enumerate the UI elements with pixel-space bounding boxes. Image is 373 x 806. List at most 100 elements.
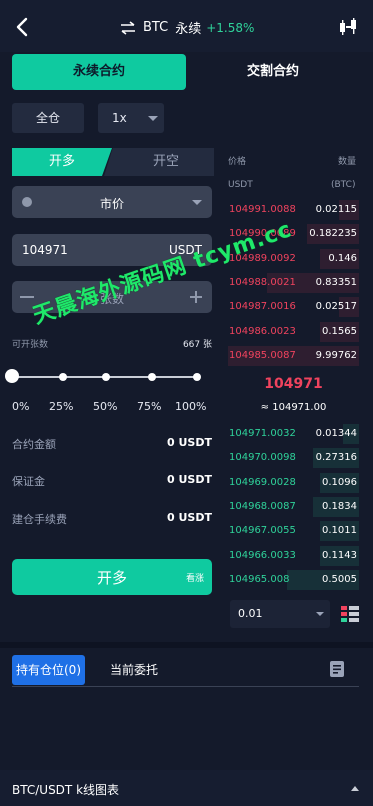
- tab-underline: [12, 686, 359, 687]
- precision-value: 0.01: [238, 607, 263, 620]
- order-type-select[interactable]: 市价: [12, 186, 212, 218]
- bid-row[interactable]: 104966.0033 0.1143: [228, 545, 359, 566]
- tab-open-short-label: 开空: [152, 154, 179, 169]
- chevron-down-icon: [148, 116, 158, 121]
- ask-quantity: 0.1565: [322, 325, 357, 337]
- bid-row[interactable]: 104967.0055 0.1011: [228, 521, 359, 542]
- quantity-placeholder: 张数: [99, 292, 124, 306]
- tab-delivery-contract[interactable]: 交割合约: [186, 54, 360, 90]
- kline-chart-label: BTC/USDT k线图表: [12, 783, 120, 797]
- bid-row[interactable]: 104970.0098 0.27316: [228, 448, 359, 469]
- orderbook-view-icon[interactable]: [341, 606, 359, 622]
- ask-price: 104991.0088: [229, 204, 296, 215]
- tab-positions[interactable]: 持有仓位(0): [12, 655, 85, 685]
- ask-row[interactable]: 104991.0088 0.02115: [228, 200, 359, 220]
- slider-tick-25[interactable]: [59, 373, 67, 381]
- ask-quantity: 0.146: [328, 252, 357, 264]
- contract-amount-label: 合约金额: [12, 438, 56, 451]
- available-label: 可开张数: [12, 340, 49, 350]
- price-unit: USDT: [169, 243, 202, 257]
- ask-quantity: 0.02517: [315, 301, 357, 313]
- plus-icon-vertical: [195, 291, 197, 303]
- slider-label-50[interactable]: 50%: [93, 400, 117, 413]
- contract-type-label: 永续: [175, 22, 202, 37]
- bid-price: 104965.008: [229, 573, 290, 585]
- ask-row[interactable]: 104988.0021 0.83351: [228, 272, 359, 293]
- top-bar: BTC 永续 +1.58%: [0, 0, 373, 52]
- slider-label-25[interactable]: 25%: [49, 400, 73, 413]
- orderbook-qty-header: 数量: [338, 157, 357, 167]
- bid-price: 104969.0028: [229, 476, 296, 488]
- tab-perpetual-contract[interactable]: 永续合约: [12, 54, 186, 90]
- chevron-down-icon: [316, 612, 324, 616]
- bid-quantity: 0.1011: [322, 525, 357, 537]
- ask-row[interactable]: 104987.0016 0.02517: [228, 297, 359, 318]
- ask-row[interactable]: 104990.0089 0.182235: [228, 224, 359, 245]
- leverage-value: 1x: [112, 111, 127, 125]
- leverage-select[interactable]: 1x: [98, 103, 164, 133]
- slider-label-100[interactable]: 100%: [175, 400, 206, 413]
- bid-quantity: 0.1834: [322, 500, 357, 512]
- chevron-up-icon[interactable]: [351, 786, 359, 791]
- open-fee-value: 0 USDT: [167, 511, 212, 524]
- ask-price: 104986.0023: [229, 325, 296, 337]
- bid-price: 104966.0033: [229, 549, 296, 561]
- bullish-label: 看涨: [185, 574, 204, 584]
- bid-quantity: 0.01344: [315, 428, 357, 439]
- order-type-label: 市价: [99, 197, 124, 211]
- contract-amount-value: 0 USDT: [167, 436, 212, 449]
- ask-price: 104987.0016: [229, 301, 296, 313]
- symbol-label: BTC: [143, 20, 169, 35]
- bid-row[interactable]: 104971.0032 0.01344: [228, 424, 359, 444]
- ask-row[interactable]: 104985.0087 9.99762: [228, 345, 359, 366]
- swap-icon: [121, 20, 135, 35]
- open-fee-label: 建仓手续费: [12, 513, 67, 526]
- price-change: +1.58%: [206, 20, 255, 35]
- bid-quantity: 0.27316: [315, 452, 357, 464]
- back-arrow-icon[interactable]: [14, 16, 32, 38]
- slider-handle[interactable]: [5, 369, 19, 383]
- tab-open-orders[interactable]: 当前委托: [110, 655, 158, 685]
- open-long-button-label: 开多: [96, 569, 127, 587]
- orderbook-qty-unit: (BTC): [331, 180, 356, 190]
- bid-quantity: 0.1096: [322, 476, 357, 488]
- bid-price: 104968.0087: [229, 500, 296, 512]
- bid-price: 104971.0032: [229, 428, 296, 439]
- ask-quantity: 9.99762: [315, 349, 357, 361]
- market-title[interactable]: BTC 永续 +1.58%: [120, 18, 254, 37]
- bid-price: 104967.0055: [229, 525, 296, 537]
- bid-row[interactable]: 104968.0087 0.1834: [228, 496, 359, 517]
- bid-row[interactable]: 104965.008 0.5005: [228, 569, 359, 590]
- tab-open-short[interactable]: 开空: [104, 148, 214, 176]
- candlestick-icon[interactable]: [339, 17, 359, 37]
- available-value: 667 张: [182, 340, 212, 350]
- tab-open-long[interactable]: 开多: [12, 148, 112, 176]
- ask-quantity: 0.182235: [309, 228, 357, 240]
- bid-quantity: 0.1143: [322, 549, 357, 561]
- slider-label-0[interactable]: 0%: [12, 400, 29, 413]
- margin-mode-button[interactable]: 全仓: [12, 103, 84, 133]
- ask-row[interactable]: 104989.0092 0.146: [228, 248, 359, 269]
- kline-chart-bar[interactable]: BTC/USDT k线图表: [0, 770, 373, 806]
- bid-price: 104970.0098: [229, 452, 296, 464]
- ask-quantity: 0.02115: [315, 204, 357, 215]
- slider-tick-75[interactable]: [148, 373, 156, 381]
- document-icon[interactable]: [330, 661, 344, 677]
- ask-price: 104989.0092: [229, 252, 296, 264]
- ask-row[interactable]: 104986.0023 0.1565: [228, 321, 359, 342]
- slider-tick-100[interactable]: [193, 373, 201, 381]
- precision-select[interactable]: 0.01: [230, 600, 330, 628]
- price-input[interactable]: 104971 USDT: [12, 234, 212, 266]
- margin-value: 0 USDT: [167, 473, 212, 486]
- ask-price: 104985.0087: [229, 349, 296, 361]
- open-long-button[interactable]: 开多 看涨: [12, 559, 212, 595]
- chevron-down-icon: [192, 200, 202, 205]
- bid-row[interactable]: 104969.0028 0.1096: [228, 472, 359, 493]
- slider-tick-50[interactable]: [102, 373, 110, 381]
- ask-price: 104990.0089: [229, 228, 296, 240]
- quantity-stepper[interactable]: 张数: [12, 281, 212, 313]
- last-price: 104971: [264, 376, 323, 392]
- margin-label: 保证金: [12, 475, 45, 488]
- bid-quantity: 0.5005: [322, 573, 357, 585]
- slider-label-75[interactable]: 75%: [137, 400, 161, 413]
